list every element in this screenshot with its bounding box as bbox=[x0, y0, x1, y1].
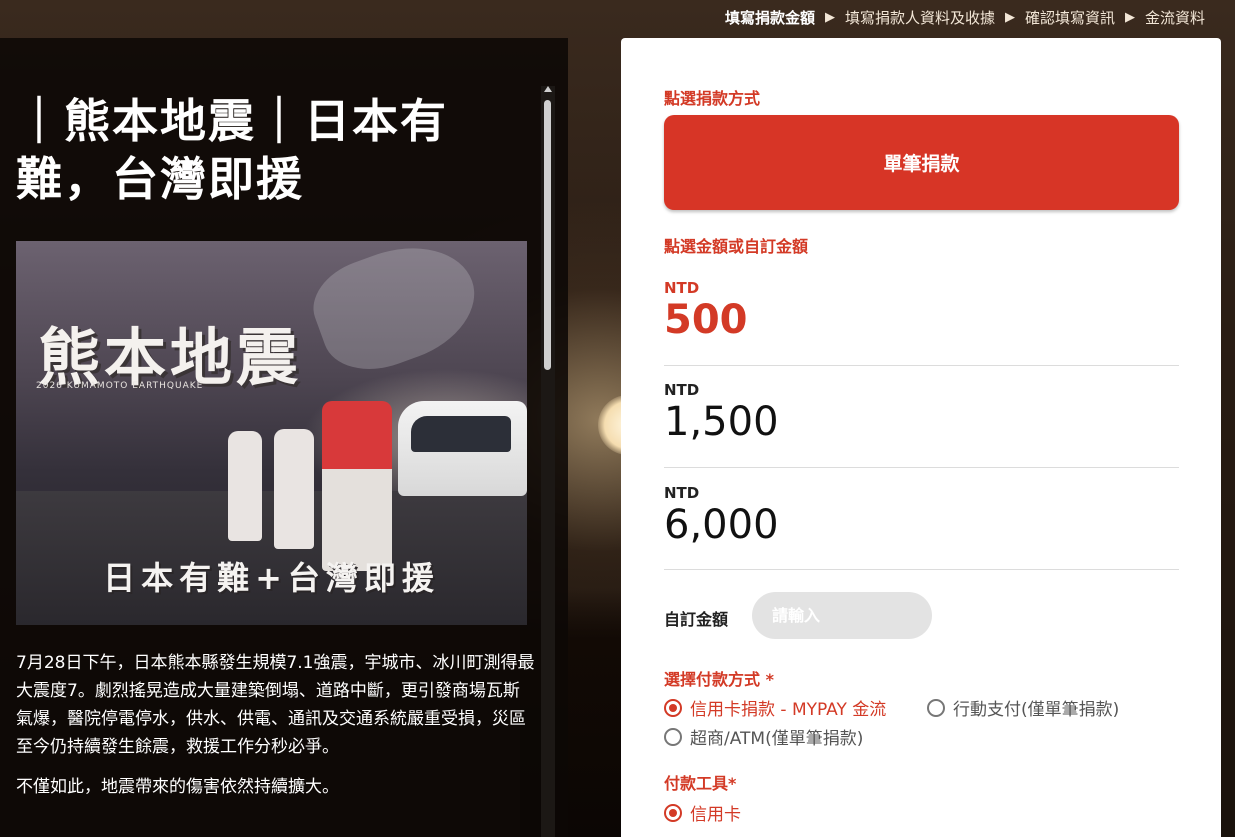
amount-value: 1,500 bbox=[664, 399, 779, 445]
amount-value: 500 bbox=[664, 297, 748, 343]
custom-amount-input[interactable] bbox=[752, 592, 932, 639]
rescuer-figure bbox=[228, 431, 262, 541]
payment-option-label: 行動支付(僅單筆捐款) bbox=[953, 700, 1120, 720]
payment-option-label: 信用卡捐款 - MYPAY 金流 bbox=[690, 700, 887, 720]
amount-option-500[interactable]: NTD 500 bbox=[664, 279, 1179, 343]
custom-amount-label: 自訂金額 bbox=[664, 610, 729, 629]
radio-unselected-icon[interactable] bbox=[664, 727, 682, 746]
japan-map-shape bbox=[302, 241, 490, 386]
amount-value: 6,000 bbox=[664, 502, 779, 548]
payment-option-credit-card[interactable]: 信用卡捐款 - MYPAY 金流 bbox=[664, 695, 886, 720]
rescuer-figure bbox=[322, 401, 392, 571]
radio-selected-icon[interactable] bbox=[664, 803, 682, 822]
amount-currency: NTD bbox=[664, 279, 700, 297]
payment-tool-label: 付款工具* bbox=[664, 774, 737, 793]
divider bbox=[664, 569, 1179, 570]
step-donor-info: 填寫捐款人資料及收據 bbox=[844, 8, 995, 27]
donation-form: 點選捐款方式 單筆捐款 點選金額或自訂金額 NTD 500 NTD 1,500 … bbox=[621, 38, 1221, 837]
page-title: ｜熊本地震｜日本有難，台灣即援 bbox=[16, 94, 448, 206]
campaign-hero-image: 熊本地震 2026 KUMAMOTO EARTHQUAKE 日本有難+台灣即援 bbox=[16, 241, 527, 625]
method-label: 點選捐款方式 bbox=[664, 89, 761, 108]
payment-tool-option-label: 信用卡 bbox=[690, 805, 741, 825]
campaign-article: 7月28日下午，日本熊本縣發生規模7.1強震，宇城市、冰川町測得最大震度7。劇烈… bbox=[16, 649, 536, 813]
hero-banner: 日本有難+台灣即援 bbox=[103, 559, 440, 597]
amount-currency: NTD bbox=[664, 381, 700, 399]
divider bbox=[664, 365, 1179, 366]
divider bbox=[664, 467, 1179, 468]
scroll-up-icon[interactable] bbox=[544, 86, 552, 92]
radio-selected-icon[interactable] bbox=[664, 698, 682, 717]
amount-currency: NTD bbox=[664, 484, 700, 502]
step-payment: 金流資料 bbox=[1144, 8, 1205, 27]
hero-subtitle: 2026 KUMAMOTO EARTHQUAKE bbox=[36, 381, 204, 391]
campaign-panel: ｜熊本地震｜日本有難，台灣即援 熊本地震 2026 KUMAMOTO EARTH… bbox=[0, 38, 568, 837]
step-arrow-icon: ▶ bbox=[1124, 9, 1135, 25]
step-arrow-icon: ▶ bbox=[824, 9, 835, 25]
step-arrow-icon: ▶ bbox=[1004, 9, 1015, 25]
progress-steps: 填寫捐款金額 ▶ 填寫捐款人資料及收據 ▶ 確認填寫資訊 ▶ 金流資料 bbox=[725, 0, 1205, 34]
payment-option-label: 超商/ATM(僅單筆捐款) bbox=[690, 729, 864, 749]
amount-label: 點選金額或自訂金額 bbox=[664, 237, 809, 256]
scrollbar-thumb[interactable] bbox=[544, 100, 551, 370]
scrollbar[interactable] bbox=[541, 86, 555, 837]
amount-option-6000[interactable]: NTD 6,000 bbox=[664, 484, 1179, 548]
step-confirm: 確認填寫資訊 bbox=[1024, 8, 1115, 27]
step-fill-amount: 填寫捐款金額 bbox=[724, 8, 815, 27]
payment-tool-credit-card[interactable]: 信用卡 bbox=[664, 800, 741, 825]
radio-unselected-icon[interactable] bbox=[927, 698, 945, 717]
payment-option-mobile[interactable]: 行動支付(僅單筆捐款) bbox=[927, 695, 1119, 720]
payment-method-label: 選擇付款方式 * bbox=[664, 670, 774, 689]
single-donation-button[interactable]: 單筆捐款 bbox=[664, 115, 1179, 210]
amount-option-1500[interactable]: NTD 1,500 bbox=[664, 381, 1179, 445]
article-paragraph: 不僅如此，地震帶來的傷害依然持續擴大。 bbox=[16, 777, 339, 797]
rescuer-figure bbox=[274, 429, 314, 549]
payment-option-store-atm[interactable]: 超商/ATM(僅單筆捐款) bbox=[664, 724, 863, 749]
ambulance-window bbox=[411, 416, 511, 452]
article-paragraph: 7月28日下午，日本熊本縣發生規模7.1強震，宇城市、冰川町測得最大震度7。劇烈… bbox=[16, 653, 535, 757]
